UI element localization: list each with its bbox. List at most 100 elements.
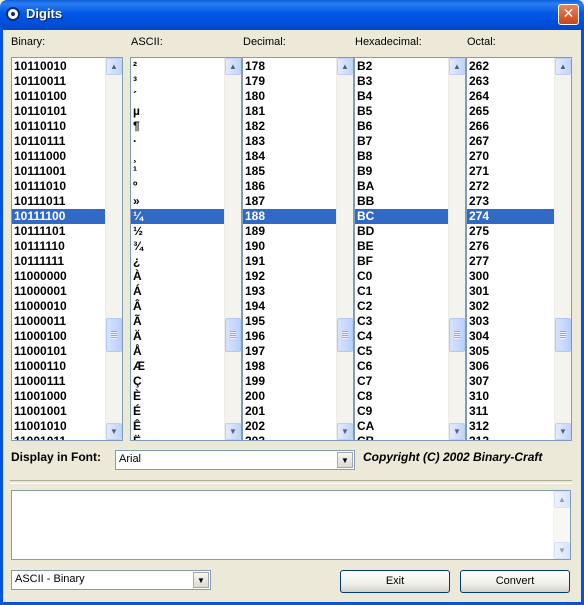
list-item[interactable]: 274 xyxy=(467,209,554,224)
list-item[interactable]: º xyxy=(131,179,224,194)
list-item[interactable]: Ê xyxy=(131,419,224,434)
list-item[interactable]: 11001001 xyxy=(12,404,105,419)
list-item[interactable]: ¶ xyxy=(131,119,224,134)
scroll-down-icon[interactable]: ▼ xyxy=(449,423,465,440)
list-item[interactable]: 264 xyxy=(467,89,554,104)
scroll-thumb[interactable] xyxy=(106,318,122,352)
list-item[interactable]: 10110111 xyxy=(12,134,105,149)
list-item[interactable]: 312 xyxy=(467,419,554,434)
list-item[interactable]: ¼ xyxy=(131,209,224,224)
list-item[interactable]: C2 xyxy=(355,299,448,314)
list-item[interactable]: 267 xyxy=(467,134,554,149)
list-item[interactable]: C0 xyxy=(355,269,448,284)
list-item[interactable]: C6 xyxy=(355,359,448,374)
decimal-scrollbar[interactable]: ▲ ▼ xyxy=(336,58,353,440)
list-item[interactable]: 10111100 xyxy=(12,209,105,224)
octal-listbox[interactable]: 262 263 264 265 266 267 270 271 272 273 274 275 276 2… xyxy=(466,57,572,441)
list-item[interactable]: 270 xyxy=(467,149,554,164)
list-item[interactable]: C8 xyxy=(355,389,448,404)
list-item[interactable]: 273 xyxy=(467,194,554,209)
list-item[interactable]: 188 xyxy=(243,209,336,224)
list-item[interactable]: 185 xyxy=(243,164,336,179)
list-item[interactable]: Å xyxy=(131,344,224,359)
list-item[interactable]: ¾ xyxy=(131,239,224,254)
list-item[interactable]: 11000010 xyxy=(12,299,105,314)
list-item[interactable]: 11000101 xyxy=(12,344,105,359)
list-item[interactable]: 301 xyxy=(467,284,554,299)
dropdown-arrow-icon[interactable]: ▼ xyxy=(193,572,209,588)
list-item[interactable]: 186 xyxy=(243,179,336,194)
list-item[interactable]: È xyxy=(131,389,224,404)
list-item[interactable]: 10111111 xyxy=(12,254,105,269)
list-item[interactable]: » xyxy=(131,194,224,209)
scroll-up-icon[interactable]: ▲ xyxy=(554,491,570,508)
list-item[interactable]: 178 xyxy=(243,59,336,74)
exit-button[interactable]: Exit xyxy=(340,570,450,593)
list-item[interactable]: 181 xyxy=(243,104,336,119)
scroll-up-icon[interactable]: ▲ xyxy=(449,58,465,75)
list-item[interactable]: ¸ xyxy=(131,149,224,164)
list-item[interactable]: 11000000 xyxy=(12,269,105,284)
list-item[interactable]: BB xyxy=(355,194,448,209)
hexadecimal-scrollbar[interactable]: ▲ ▼ xyxy=(448,58,465,440)
list-item[interactable]: C1 xyxy=(355,284,448,299)
list-item[interactable]: 10110100 xyxy=(12,89,105,104)
list-item[interactable]: BF xyxy=(355,254,448,269)
list-item[interactable]: 10111010 xyxy=(12,179,105,194)
list-item[interactable]: · xyxy=(131,134,224,149)
list-item[interactable]: 10110010 xyxy=(12,59,105,74)
list-item[interactable]: 182 xyxy=(243,119,336,134)
list-item[interactable]: 262 xyxy=(467,59,554,74)
list-item[interactable]: 10110101 xyxy=(12,104,105,119)
list-item[interactable]: B4 xyxy=(355,89,448,104)
list-item[interactable]: ¿ xyxy=(131,254,224,269)
scroll-thumb[interactable] xyxy=(449,318,465,352)
list-item[interactable]: 189 xyxy=(243,224,336,239)
list-item[interactable]: 311 xyxy=(467,404,554,419)
scroll-up-icon[interactable]: ▲ xyxy=(106,58,122,75)
list-item[interactable]: 271 xyxy=(467,164,554,179)
list-item[interactable]: B5 xyxy=(355,104,448,119)
list-item[interactable]: C9 xyxy=(355,404,448,419)
close-button[interactable]: ✕ xyxy=(558,4,579,25)
list-item[interactable]: C5 xyxy=(355,344,448,359)
list-item[interactable]: 310 xyxy=(467,389,554,404)
list-item[interactable]: 11001011 xyxy=(12,434,105,440)
list-item[interactable]: Ç xyxy=(131,374,224,389)
list-item[interactable]: BD xyxy=(355,224,448,239)
list-item[interactable]: 277 xyxy=(467,254,554,269)
list-item[interactable]: 183 xyxy=(243,134,336,149)
list-item[interactable]: Ë xyxy=(131,434,224,440)
list-item[interactable]: 11000110 xyxy=(12,359,105,374)
list-item[interactable]: 180 xyxy=(243,89,336,104)
scroll-up-icon[interactable]: ▲ xyxy=(337,58,353,75)
list-item[interactable]: 197 xyxy=(243,344,336,359)
list-item[interactable]: C3 xyxy=(355,314,448,329)
list-item[interactable]: 198 xyxy=(243,359,336,374)
list-item[interactable]: 10111101 xyxy=(12,224,105,239)
list-item[interactable]: 10111000 xyxy=(12,149,105,164)
list-item[interactable]: B8 xyxy=(355,149,448,164)
list-item[interactable]: 304 xyxy=(467,329,554,344)
list-item[interactable]: 266 xyxy=(467,119,554,134)
list-item[interactable]: 306 xyxy=(467,359,554,374)
list-item[interactable]: 194 xyxy=(243,299,336,314)
list-item[interactable]: 10110011 xyxy=(12,74,105,89)
scroll-down-icon[interactable]: ▼ xyxy=(225,423,241,440)
list-item[interactable]: 191 xyxy=(243,254,336,269)
list-item[interactable]: 302 xyxy=(467,299,554,314)
list-item[interactable]: 10110110 xyxy=(12,119,105,134)
scroll-thumb[interactable] xyxy=(225,318,241,352)
list-item[interactable]: 200 xyxy=(243,389,336,404)
scroll-down-icon[interactable]: ▼ xyxy=(106,423,122,440)
ascii-listbox[interactable]: ² ³ ´ µ ¶ · ¸ ¹ º» ¼ ½ ¾ ¿ À Á Â Ã Ä Å Æ Ç È É Ê Ë ▲ ▼ xyxy=(130,57,242,441)
list-item[interactable]: 305 xyxy=(467,344,554,359)
font-select[interactable]: Arial ▼ xyxy=(115,450,355,470)
list-item[interactable]: CA xyxy=(355,419,448,434)
binary-scrollbar[interactable]: ▲ ▼ xyxy=(105,58,122,440)
list-item[interactable]: C4 xyxy=(355,329,448,344)
list-item[interactable]: 272 xyxy=(467,179,554,194)
decimal-listbox[interactable]: 178 179 180 181 182 183 184 185 186 187 188 189 190 1… xyxy=(242,57,354,441)
list-item[interactable]: 11000011 xyxy=(12,314,105,329)
list-item[interactable]: B6 xyxy=(355,119,448,134)
